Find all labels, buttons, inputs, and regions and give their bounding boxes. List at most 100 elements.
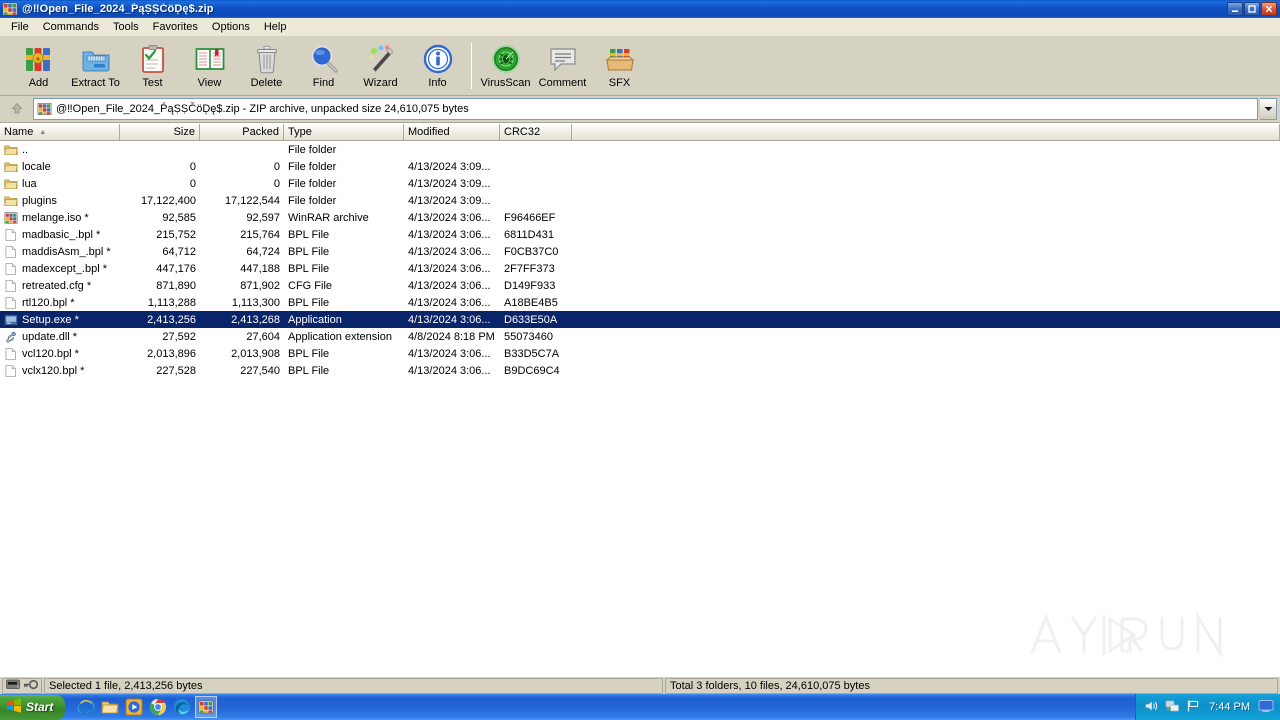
cell-name: update.dll *	[0, 330, 120, 344]
winrar-icon	[4, 211, 18, 224]
file-name-label: ..	[22, 143, 29, 156]
drive-icon	[6, 679, 20, 693]
menu-item-favorites[interactable]: Favorites	[146, 18, 205, 36]
cell-type: Application extension	[288, 330, 392, 343]
status-bar: Selected 1 file, 2,413,256 bytes Total 3…	[0, 676, 1280, 694]
table-row[interactable]: maddisAsm_.bpl * 64,712 64,724 BPL File 4/13…	[0, 243, 1280, 260]
window-title: @‼Open_File_2024_ṔąṢṢČöḐę$.zip	[22, 3, 214, 15]
minimize-button[interactable]	[1227, 2, 1243, 16]
cell-size: 447,176	[156, 262, 196, 275]
column-header-modified[interactable]: Modified	[404, 124, 500, 141]
status-total-text: Total 3 folders, 10 files, 24,610,075 by…	[665, 677, 1278, 694]
column-header-size[interactable]: Size	[120, 124, 200, 141]
cell-size: 2,413,256	[147, 313, 196, 326]
table-row[interactable]: locale 0 0 File folder 4/13/2024 3:09...	[0, 158, 1280, 175]
cell-crc32: F96466EF	[504, 211, 556, 224]
table-row[interactable]: vcl120.bpl * 2,013,896 2,013,908 BPL File 4/…	[0, 345, 1280, 362]
clock[interactable]: 7:44 PM	[1207, 701, 1252, 713]
address-bar: @‼Open_File_2024_ṔąṢṢČöḐę$.zip - ZIP arc…	[0, 96, 1280, 123]
virusscan-button[interactable]: VirusScan	[477, 41, 534, 93]
cell-type: WinRAR archive	[288, 211, 369, 224]
table-row[interactable]: vclx120.bpl * 227,528 227,540 BPL File 4/13/…	[0, 362, 1280, 379]
table-row[interactable]: lua 0 0 File folder 4/13/2024 3:09...	[0, 175, 1280, 192]
show-desktop-icon[interactable]	[1258, 699, 1274, 716]
table-row[interactable]: retreated.cfg * 871,890 871,902 CFG File 4/1…	[0, 277, 1280, 294]
file-icon	[5, 364, 16, 377]
status-icons	[2, 677, 42, 694]
view-button[interactable]: View	[181, 41, 238, 93]
cell-name: lua	[0, 177, 120, 191]
start-button[interactable]: Start	[0, 694, 66, 720]
add-icon: +	[23, 42, 55, 76]
sfx-button[interactable]: SFX	[591, 41, 648, 93]
folder-icon	[4, 145, 18, 155]
delete-label: Delete	[250, 77, 283, 89]
internet-explorer-icon[interactable]	[75, 696, 97, 718]
folder-icon	[4, 162, 18, 172]
extract-to-button[interactable]: Extract To	[67, 41, 124, 93]
find-button[interactable]: Find	[295, 41, 352, 93]
column-header-name[interactable]: Name ▲	[0, 124, 120, 141]
column-header-row: Name ▲ Size Packed Type Modified CRC32	[0, 124, 1280, 141]
close-button[interactable]	[1261, 2, 1277, 16]
chrome-icon[interactable]	[147, 696, 169, 718]
view-label: View	[197, 77, 222, 89]
winrar-window: @‼Open_File_2024_ṔąṢṢČöḐę$.zip File Comm…	[0, 0, 1280, 694]
table-row[interactable]: .. File folder	[0, 141, 1280, 158]
file-rows: .. File folder locale 0 0 File folder 4/13/202…	[0, 141, 1280, 379]
delete-icon	[251, 42, 283, 76]
delete-button[interactable]: Delete	[238, 41, 295, 93]
menu-item-help[interactable]: Help	[257, 18, 294, 36]
network-icon[interactable]	[1165, 699, 1180, 716]
table-row[interactable]: update.dll * 27,592 27,604 Application exte…	[0, 328, 1280, 345]
file-explorer-icon[interactable]	[99, 696, 121, 718]
menu-item-tools[interactable]: Tools	[106, 18, 146, 36]
table-row[interactable]: melange.iso * 92,585 92,597 WinRAR archive 4…	[0, 209, 1280, 226]
test-button[interactable]: Test	[124, 41, 181, 93]
wizard-button[interactable]: Wizard	[352, 41, 409, 93]
start-label: Start	[26, 700, 54, 714]
volume-icon[interactable]	[1144, 699, 1159, 716]
cell-size: 215,752	[156, 228, 196, 241]
toolbar: + Add Extract To Test View Delete Find W…	[0, 37, 1280, 96]
file-name-label: madbasic_.bpl *	[22, 228, 101, 241]
table-row[interactable]: rtl120.bpl * 1,113,288 1,113,300 BPL File 4/…	[0, 294, 1280, 311]
key-icon	[23, 679, 39, 693]
maximize-button[interactable]	[1244, 2, 1260, 16]
table-row[interactable]: Setup.exe * 2,413,256 2,413,268 Application…	[0, 311, 1280, 328]
exe-icon	[4, 314, 18, 325]
info-button[interactable]: Info	[409, 41, 466, 93]
menu-item-file[interactable]: File	[4, 18, 36, 36]
cell-modified: 4/13/2024 3:06...	[408, 279, 491, 292]
address-dropdown-button[interactable]	[1260, 98, 1277, 120]
add-button[interactable]: + Add	[10, 41, 67, 93]
table-row[interactable]: madbasic_.bpl * 215,752 215,764 BPL File 4/1…	[0, 226, 1280, 243]
cell-packed: 0	[273, 177, 280, 190]
winrar-taskbar-icon[interactable]	[195, 696, 218, 718]
column-header-packed[interactable]: Packed	[200, 124, 284, 141]
cell-packed: 0	[273, 160, 280, 173]
comment-icon	[547, 42, 579, 76]
cell-crc32: F0CB37C0	[504, 245, 559, 258]
cell-crc32: B33D5C7A	[504, 347, 560, 360]
file-name-label: retreated.cfg *	[22, 279, 92, 292]
edge-icon[interactable]	[171, 696, 193, 718]
cell-size: 1,113,288	[147, 296, 196, 309]
column-header-spare[interactable]	[572, 124, 1280, 141]
cell-modified: 4/13/2024 3:06...	[408, 296, 491, 309]
menu-item-options[interactable]: Options	[205, 18, 257, 36]
table-row[interactable]: plugins 17,122,400 17,122,544 File folder 4/…	[0, 192, 1280, 209]
up-one-level-button[interactable]	[3, 97, 31, 121]
cell-name: madexcept_.bpl *	[0, 262, 120, 276]
test-icon	[137, 42, 169, 76]
column-header-type[interactable]: Type	[284, 124, 404, 141]
menu-item-commands[interactable]: Commands	[36, 18, 106, 36]
media-player-icon[interactable]	[123, 696, 145, 718]
archive-path-field[interactable]: @‼Open_File_2024_ṔąṢṢČöḐę$.zip - ZIP arc…	[33, 98, 1258, 120]
cell-modified: 4/13/2024 3:06...	[408, 347, 491, 360]
column-header-crc32[interactable]: CRC32	[500, 124, 572, 141]
table-row[interactable]: madexcept_.bpl * 447,176 447,188 BPL File 4/…	[0, 260, 1280, 277]
comment-button[interactable]: Comment	[534, 41, 591, 93]
cell-name: madbasic_.bpl *	[0, 228, 120, 242]
flag-icon[interactable]	[1186, 699, 1201, 716]
